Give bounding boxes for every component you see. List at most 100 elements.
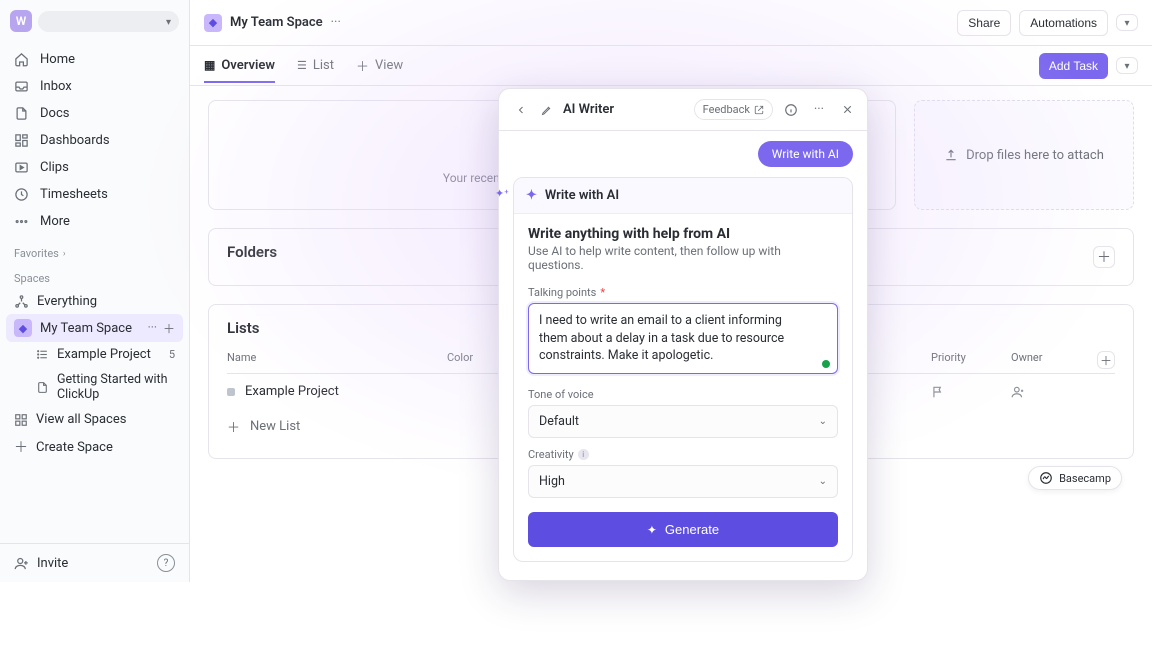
- nav-home[interactable]: Home: [0, 46, 189, 73]
- chevron-down-icon: ⌄: [819, 416, 827, 427]
- nav-more[interactable]: More: [0, 208, 189, 235]
- workspace-avatar: W: [10, 10, 32, 32]
- feedback-button[interactable]: Feedback: [694, 99, 773, 120]
- example-project-count: 5: [169, 348, 175, 361]
- sparkle-icon: [647, 522, 657, 537]
- list-icon: ☰: [297, 59, 307, 72]
- sparkle-icon: ✦⁺: [495, 187, 509, 200]
- automations-button[interactable]: Automations: [1019, 10, 1108, 36]
- close-icon[interactable]: [837, 100, 857, 120]
- status-dot-icon: [822, 360, 830, 368]
- sidebar-team-space[interactable]: ◆ My Team Space ··· ＋: [6, 314, 183, 342]
- grid-icon: [14, 413, 28, 427]
- space-more-icon[interactable]: ···: [148, 320, 157, 337]
- plus-icon: ＋: [227, 417, 240, 436]
- chevron-down-icon: ⌄: [819, 476, 827, 487]
- basecamp-label: Basecamp: [1059, 472, 1111, 485]
- workspace-switcher[interactable]: W: [0, 0, 189, 42]
- form-head-label: Write with AI: [545, 188, 619, 203]
- more-icon: [14, 214, 30, 229]
- share-button[interactable]: Share: [957, 10, 1011, 36]
- clips-icon: [14, 160, 30, 175]
- new-list-label: New List: [250, 419, 300, 434]
- tab-overview[interactable]: ▦ Overview: [204, 58, 275, 83]
- tone-value: Default: [539, 414, 579, 429]
- file-drop-zone[interactable]: Drop files here to attach: [914, 100, 1134, 210]
- dashboard-icon: [14, 133, 30, 148]
- clock-icon: [14, 187, 30, 202]
- sidebar-team-space-label: My Team Space: [40, 321, 132, 336]
- sidebar: W Home Inbox Docs Dashboards Clips: [0, 0, 190, 582]
- nav-home-label: Home: [40, 52, 75, 67]
- sidebar-view-all-label: View all Spaces: [36, 412, 126, 427]
- tone-label: Tone of voice: [528, 388, 838, 401]
- nav-dashboards[interactable]: Dashboards: [0, 127, 189, 154]
- nav-clips[interactable]: Clips: [0, 154, 189, 181]
- form-subtitle: Use AI to help write content, then follo…: [528, 244, 838, 272]
- team-space-icon: ◆: [14, 319, 32, 337]
- page-title-more-icon[interactable]: ···: [331, 15, 341, 30]
- edit-icon[interactable]: [537, 100, 557, 120]
- info-icon[interactable]: [781, 100, 801, 120]
- owner-cell[interactable]: [1011, 385, 1091, 399]
- sidebar-create-space[interactable]: ＋ Create Space: [0, 432, 189, 462]
- nav-docs-label: Docs: [40, 106, 69, 121]
- tab-add-view[interactable]: ＋ View: [356, 56, 403, 75]
- overview-icon: ▦: [204, 58, 215, 72]
- dialog-header: AI Writer Feedback ···: [499, 89, 867, 131]
- add-column-button[interactable]: ＋: [1097, 351, 1115, 369]
- drop-zone-label: Drop files here to attach: [966, 148, 1104, 163]
- nav-timesheets-label: Timesheets: [40, 187, 108, 202]
- sidebar-create-space-label: Create Space: [36, 440, 113, 455]
- nav-inbox[interactable]: Inbox: [0, 73, 189, 100]
- chevron-down-icon: [1124, 58, 1129, 73]
- ai-form-card: ✦ Write with AI Write anything with help…: [513, 177, 853, 562]
- chevron-down-icon: [1124, 15, 1129, 30]
- space-add-icon[interactable]: ＋: [163, 320, 175, 337]
- basecamp-badge[interactable]: Basecamp: [1028, 466, 1122, 490]
- priority-cell[interactable]: [931, 385, 1011, 399]
- help-icon[interactable]: ?: [157, 554, 175, 572]
- automations-dropdown[interactable]: [1116, 14, 1138, 31]
- nav-docs[interactable]: Docs: [0, 100, 189, 127]
- tab-list[interactable]: ☰ List: [297, 58, 334, 73]
- page-title: My Team Space: [230, 15, 323, 30]
- add-task-button[interactable]: Add Task: [1039, 53, 1108, 79]
- generate-button[interactable]: Generate: [528, 512, 838, 547]
- view-tabs: ▦ Overview ☰ List ＋ View Add Task: [190, 46, 1152, 86]
- sidebar-view-all-spaces[interactable]: View all Spaces: [0, 407, 189, 432]
- folders-title: Folders: [227, 243, 277, 261]
- back-icon[interactable]: [511, 100, 531, 120]
- nav-more-label: More: [40, 214, 70, 229]
- plus-icon: ＋: [14, 437, 28, 457]
- dialog-more-icon[interactable]: ···: [809, 100, 829, 120]
- dialog-title: AI Writer: [563, 102, 614, 117]
- tab-list-label: List: [313, 58, 334, 73]
- favorites-header[interactable]: Favorites›: [0, 239, 189, 264]
- invite-button[interactable]: Invite: [14, 556, 68, 571]
- doc-icon: [14, 106, 30, 121]
- info-icon[interactable]: i: [578, 449, 589, 460]
- sidebar-getting-started-label: Getting Started with ClickUp: [57, 372, 175, 402]
- creativity-select[interactable]: High ⌄: [528, 465, 838, 498]
- creativity-value: High: [539, 474, 565, 489]
- sidebar-example-project[interactable]: Example Project 5: [0, 342, 189, 367]
- sidebar-getting-started[interactable]: Getting Started with ClickUp: [0, 367, 189, 407]
- add-folder-button[interactable]: ＋: [1093, 246, 1115, 268]
- list-color-dot: [227, 388, 235, 396]
- nav-dashboards-label: Dashboards: [40, 133, 110, 148]
- add-task-dropdown[interactable]: [1116, 57, 1138, 74]
- col-owner: Owner: [1011, 351, 1091, 369]
- topbar: ◆ My Team Space ··· Share Automations: [190, 0, 1152, 46]
- tone-select[interactable]: Default ⌄: [528, 405, 838, 438]
- write-with-ai-chip[interactable]: Write with AI: [758, 141, 853, 167]
- nav-timesheets[interactable]: Timesheets: [0, 181, 189, 208]
- col-name: Name: [227, 351, 447, 369]
- talking-points-input[interactable]: [528, 303, 838, 374]
- sidebar-everything[interactable]: Everything: [0, 289, 189, 314]
- workspace-name-pill[interactable]: [38, 11, 179, 32]
- tab-add-view-label: View: [375, 58, 403, 73]
- upload-icon: [944, 148, 958, 162]
- home-icon: [14, 52, 30, 67]
- chevron-down-icon: [166, 14, 171, 29]
